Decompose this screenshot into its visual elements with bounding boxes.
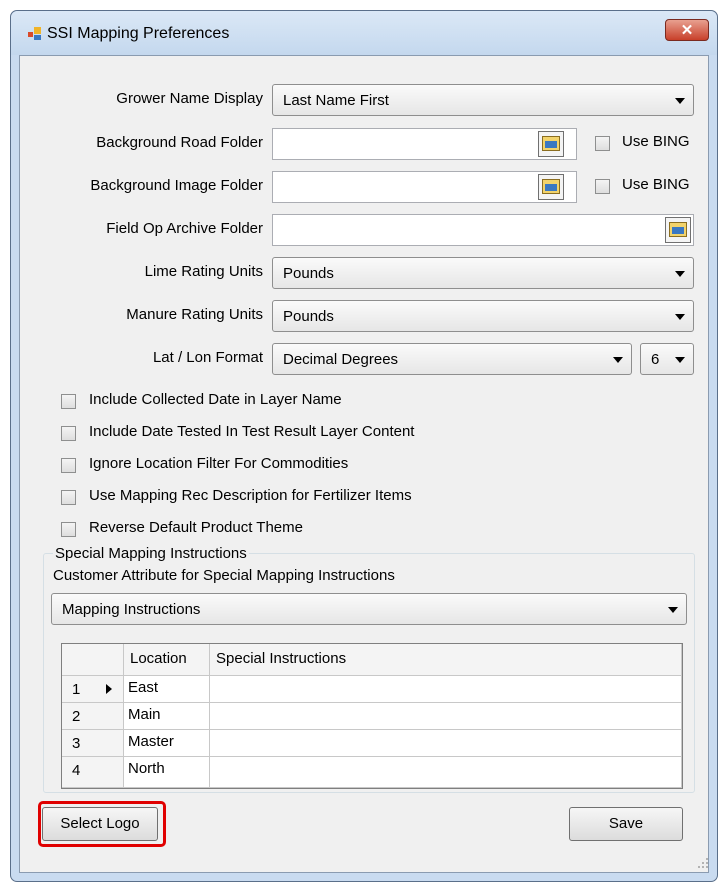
- option-label: Include Date Tested In Test Result Layer…: [89, 423, 415, 440]
- option-label: Ignore Location Filter For Commodities: [89, 455, 349, 472]
- row-number: 1: [72, 681, 81, 698]
- manure-rating-units-label: Manure Rating Units: [126, 306, 263, 323]
- lime-rating-units-value: Pounds: [283, 265, 334, 282]
- browse-archive-folder-button[interactable]: [665, 217, 691, 243]
- manure-rating-units-value: Pounds: [283, 308, 334, 325]
- chevron-down-icon: [675, 357, 685, 363]
- option-label: Reverse Default Product Theme: [89, 519, 303, 536]
- background-road-folder-label: Background Road Folder: [96, 134, 263, 151]
- row-header[interactable]: 3: [62, 730, 124, 757]
- grower-name-display-label: Grower Name Display: [116, 90, 263, 107]
- folder-icon: [669, 222, 687, 237]
- app-icon: [28, 27, 41, 40]
- chevron-down-icon: [613, 357, 623, 363]
- row-number: 4: [72, 762, 81, 779]
- background-image-folder-input[interactable]: [272, 171, 577, 203]
- lime-rating-units-select[interactable]: Pounds: [272, 257, 694, 289]
- option-label: Include Collected Date in Layer Name: [89, 391, 342, 408]
- customer-attribute-value: Mapping Instructions: [62, 601, 201, 618]
- location-cell[interactable]: Master: [124, 730, 210, 757]
- lat-lon-format-value: Decimal Degrees: [283, 351, 399, 368]
- browse-road-folder-button[interactable]: [538, 131, 564, 157]
- option-label: Use Mapping Rec Description for Fertiliz…: [89, 487, 412, 504]
- road-use-bing-label: Use BING: [622, 133, 690, 150]
- special-mapping-group-title: Special Mapping Instructions: [53, 545, 249, 562]
- customer-attribute-label: Customer Attribute for Special Mapping I…: [53, 567, 395, 584]
- chevron-down-icon: [675, 271, 685, 277]
- chevron-down-icon: [675, 98, 685, 104]
- background-image-folder-label: Background Image Folder: [90, 177, 263, 194]
- close-button[interactable]: ✕: [665, 19, 709, 41]
- save-button[interactable]: Save: [569, 807, 683, 841]
- image-use-bing-label: Use BING: [622, 176, 690, 193]
- location-cell[interactable]: East: [124, 676, 210, 703]
- resize-grip-icon[interactable]: [697, 857, 709, 869]
- location-cell[interactable]: North: [124, 757, 210, 788]
- instructions-cell[interactable]: [210, 730, 682, 757]
- field-op-archive-folder-label: Field Op Archive Folder: [106, 220, 263, 237]
- grower-name-display-select[interactable]: Last Name First: [272, 84, 694, 116]
- window-title: SSI Mapping Preferences: [47, 25, 230, 42]
- option-checkbox[interactable]: [61, 394, 76, 409]
- folder-icon: [542, 136, 560, 151]
- row-header[interactable]: 4: [62, 757, 124, 788]
- lat-lon-precision-select[interactable]: 6: [640, 343, 694, 375]
- instructions-cell[interactable]: [210, 757, 682, 788]
- column-header-special-instructions[interactable]: Special Instructions: [210, 644, 682, 676]
- field-op-archive-folder-input[interactable]: [272, 214, 694, 246]
- option-checkbox[interactable]: [61, 522, 76, 537]
- location-cell[interactable]: Main: [124, 703, 210, 730]
- image-use-bing-checkbox[interactable]: [595, 179, 610, 194]
- instructions-cell[interactable]: [210, 703, 682, 730]
- folder-icon: [542, 179, 560, 194]
- grid-corner-header: [62, 644, 124, 676]
- browse-image-folder-button[interactable]: [538, 174, 564, 200]
- title-bar: SSI Mapping Preferences ✕: [11, 11, 717, 55]
- row-number: 3: [72, 735, 81, 752]
- lat-lon-format-select[interactable]: Decimal Degrees: [272, 343, 632, 375]
- select-logo-highlight-frame: [38, 801, 166, 847]
- grower-name-display-value: Last Name First: [283, 92, 389, 109]
- option-checkbox[interactable]: [61, 490, 76, 505]
- option-checkbox[interactable]: [61, 426, 76, 441]
- chevron-down-icon: [668, 607, 678, 613]
- customer-attribute-select[interactable]: Mapping Instructions: [51, 593, 687, 625]
- lat-lon-precision-value: 6: [651, 351, 660, 368]
- lat-lon-format-label: Lat / Lon Format: [152, 349, 263, 366]
- instructions-cell[interactable]: [210, 676, 682, 703]
- option-checkbox[interactable]: [61, 458, 76, 473]
- row-number: 2: [72, 708, 81, 725]
- preferences-window: SSI Mapping Preferences ✕ Grower Name Di…: [10, 10, 718, 882]
- column-header-location[interactable]: Location: [124, 644, 210, 676]
- current-row-arrow-icon: [106, 684, 112, 694]
- instructions-grid: Location Special Instructions 1 East 2 M…: [61, 643, 683, 789]
- lime-rating-units-label: Lime Rating Units: [144, 263, 263, 280]
- row-header[interactable]: 2: [62, 703, 124, 730]
- chevron-down-icon: [675, 314, 685, 320]
- row-header[interactable]: 1: [62, 676, 124, 703]
- manure-rating-units-select[interactable]: Pounds: [272, 300, 694, 332]
- background-road-folder-input[interactable]: [272, 128, 577, 160]
- road-use-bing-checkbox[interactable]: [595, 136, 610, 151]
